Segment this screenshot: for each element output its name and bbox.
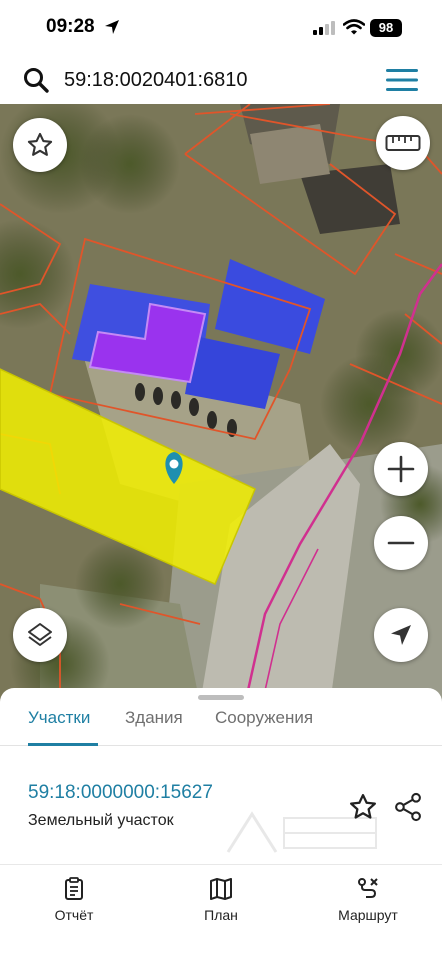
zoom-in-button[interactable] (374, 442, 428, 496)
nav-report[interactable]: Отчёт (24, 877, 124, 923)
battery-indicator: 98 (370, 19, 402, 37)
favorite-button[interactable] (13, 118, 67, 172)
layers-icon (28, 623, 52, 646)
tab-parcels[interactable]: Участки (28, 708, 90, 728)
report-icon (65, 877, 83, 900)
app-screen: 09:28 98 59:18:0020401:6810 Участки Здан… (0, 0, 442, 960)
cellular-signal-icon (313, 21, 335, 35)
bottom-navigation: Отчёт План Маршрут (0, 864, 442, 960)
parcel-cadastral-number[interactable]: 59:18:0000000:15627 (28, 782, 213, 804)
search-input[interactable] (64, 65, 364, 95)
nav-plan-label: План (204, 907, 238, 923)
share-icon[interactable] (394, 792, 422, 822)
search-bar (0, 56, 442, 104)
tab-structures[interactable]: Сооружения (215, 708, 313, 728)
star-icon (27, 132, 53, 156)
route-icon (358, 878, 378, 898)
parcel-list-item[interactable]: 59:18:0000000:15627 Земельный участок (0, 764, 442, 864)
map-view[interactable] (0, 104, 442, 704)
minus-icon (387, 541, 415, 545)
status-time: 09:28 (46, 16, 95, 37)
layers-button[interactable] (13, 608, 67, 662)
navigation-arrow-icon (391, 625, 411, 645)
tab-buildings[interactable]: Здания (125, 708, 183, 728)
status-bar: 09:28 98 (0, 0, 442, 56)
search-icon[interactable] (22, 66, 50, 94)
sheet-tabs: Участки Здания Сооружения (0, 704, 442, 746)
add-favorite-star-icon[interactable] (348, 792, 378, 822)
parcel-type-label: Земельный участок (28, 812, 174, 829)
location-arrow-icon (105, 20, 119, 34)
nav-plan[interactable]: План (171, 877, 271, 923)
nav-report-label: Отчёт (54, 907, 94, 923)
satellite-map[interactable] (0, 104, 442, 704)
plus-icon (387, 455, 415, 483)
nav-route[interactable]: Маршрут (318, 877, 418, 923)
sheet-grabber-handle[interactable] (198, 695, 244, 700)
hamburger-menu-icon[interactable] (386, 68, 418, 92)
wifi-icon (343, 19, 365, 35)
ruler-icon (385, 135, 421, 151)
map-plan-icon (210, 878, 232, 900)
measure-button[interactable] (376, 116, 430, 170)
my-location-button[interactable] (374, 608, 428, 662)
active-tab-indicator (28, 743, 98, 746)
zoom-out-button[interactable] (374, 516, 428, 570)
nav-route-label: Маршрут (338, 907, 398, 923)
